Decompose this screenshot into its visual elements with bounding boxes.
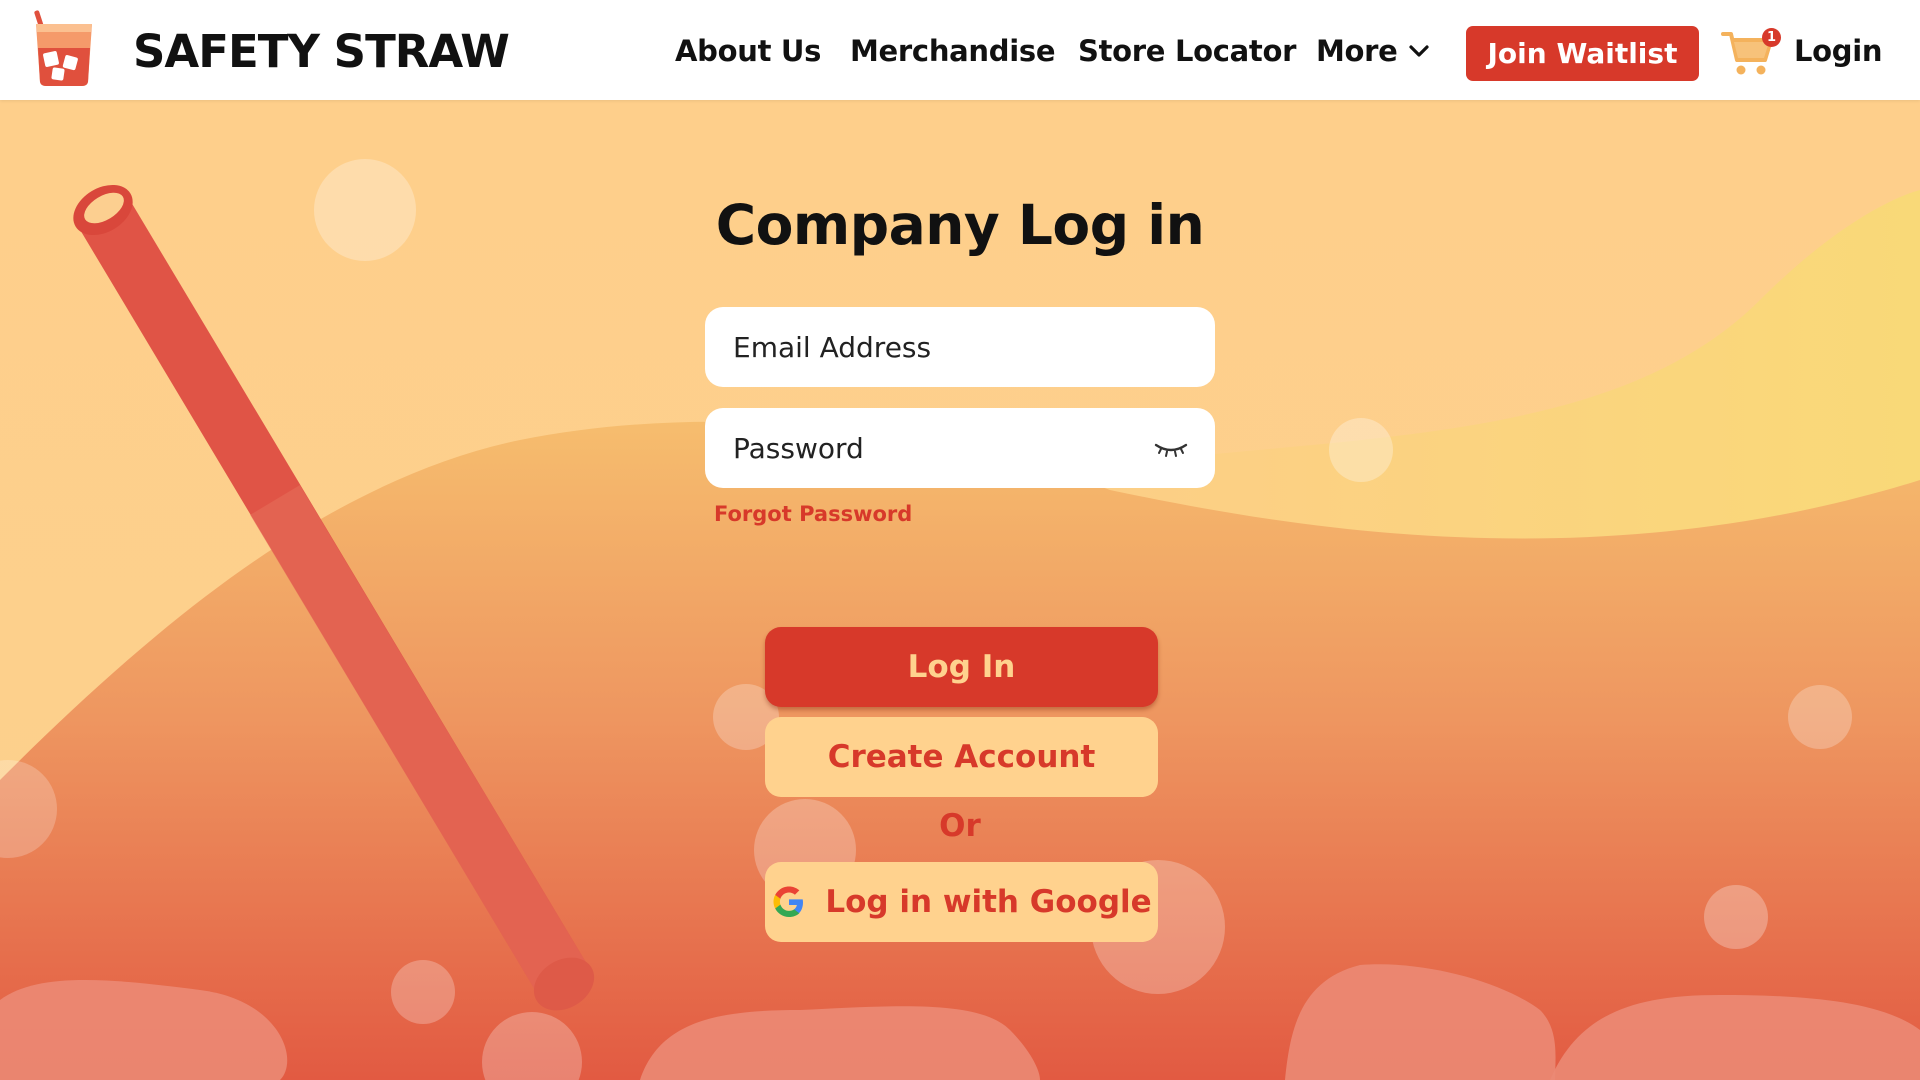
login-hero: Company Log in Forgot Password Log In Cr… bbox=[0, 100, 1920, 1080]
nav-about-us[interactable]: About Us bbox=[675, 30, 821, 72]
create-account-button[interactable]: Create Account bbox=[765, 717, 1158, 797]
page-title: Company Log in bbox=[715, 193, 1205, 257]
password-input[interactable] bbox=[733, 408, 1153, 488]
eye-closed-icon[interactable] bbox=[1153, 436, 1189, 460]
brand-name[interactable]: SAFETY STRAW bbox=[133, 24, 510, 80]
google-g-icon bbox=[773, 886, 804, 917]
or-divider: Or bbox=[939, 808, 981, 844]
nav-merchandise[interactable]: Merchandise bbox=[850, 30, 1056, 72]
google-login-label: Log in with Google bbox=[825, 884, 1152, 920]
google-login-button[interactable]: Log in with Google bbox=[765, 862, 1158, 942]
join-waitlist-button[interactable]: Join Waitlist bbox=[1466, 26, 1699, 81]
cart-button[interactable]: 1 bbox=[1721, 28, 1781, 80]
email-field[interactable] bbox=[705, 307, 1215, 387]
cart-count-badge: 1 bbox=[1762, 28, 1781, 47]
nav-more-dropdown[interactable]: More bbox=[1316, 30, 1432, 72]
nav-store-locator[interactable]: Store Locator bbox=[1078, 30, 1296, 72]
nav-more-label: More bbox=[1316, 34, 1398, 68]
header-login-link[interactable]: Login bbox=[1794, 30, 1883, 72]
login-button[interactable]: Log In bbox=[765, 627, 1158, 707]
email-input[interactable] bbox=[733, 307, 1153, 387]
password-field[interactable] bbox=[705, 408, 1215, 488]
safety-straw-logo-icon[interactable] bbox=[32, 10, 96, 88]
forgot-password-link[interactable]: Forgot Password bbox=[714, 502, 912, 526]
site-header: SAFETY STRAW About Us Merchandise Store … bbox=[0, 0, 1920, 100]
chevron-down-icon bbox=[1408, 45, 1429, 57]
